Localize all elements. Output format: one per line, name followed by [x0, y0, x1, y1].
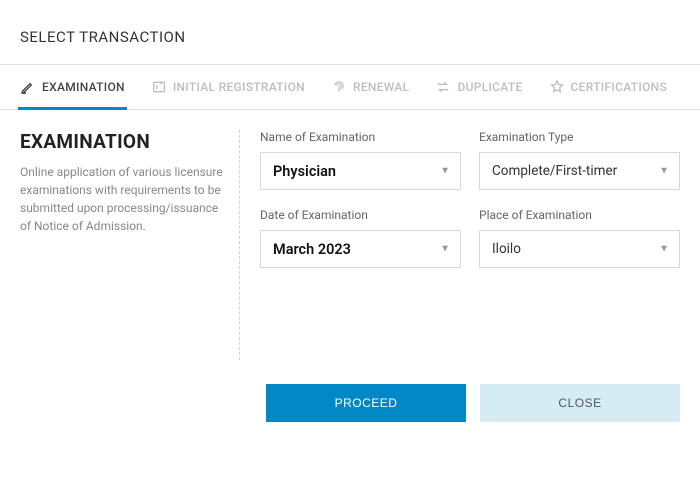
- footer-actions: PROCEED CLOSE: [0, 370, 700, 422]
- tab-examination[interactable]: EXAMINATION: [18, 65, 127, 110]
- id-card-icon: [151, 79, 167, 95]
- select-value: Complete/First-timer: [492, 163, 617, 179]
- tab-initial-registration[interactable]: INITIAL REGISTRATION: [149, 65, 307, 110]
- chevron-down-icon: ▼: [659, 244, 669, 255]
- place-of-examination-select[interactable]: Iloilo ▼: [479, 230, 680, 268]
- proceed-button[interactable]: PROCEED: [266, 384, 466, 422]
- select-value: Iloilo: [492, 241, 521, 257]
- tab-label: EXAMINATION: [42, 80, 125, 94]
- chevron-down-icon: ▼: [440, 244, 450, 255]
- tab-label: INITIAL REGISTRATION: [173, 80, 305, 94]
- select-value: Physician: [273, 163, 336, 180]
- content-area: EXAMINATION Online application of variou…: [0, 110, 700, 370]
- tabs-bar: EXAMINATION INITIAL REGISTRATION RENEWAL…: [0, 65, 700, 110]
- date-of-examination-select[interactable]: March 2023 ▼: [260, 230, 461, 268]
- tab-label: DUPLICATE: [457, 80, 522, 94]
- form-area: Name of Examination Physician ▼ Examinat…: [260, 130, 680, 360]
- field-label: Place of Examination: [479, 208, 680, 222]
- tab-certifications[interactable]: CERTIFICATIONS: [547, 65, 670, 110]
- page-title: SELECT TRANSACTION: [0, 0, 700, 64]
- panel-heading: EXAMINATION: [20, 130, 223, 153]
- field-label: Date of Examination: [260, 208, 461, 222]
- fingerprint-icon: [331, 79, 347, 95]
- panel-description: Online application of various licensure …: [20, 163, 223, 235]
- field-examination-type: Examination Type Complete/First-timer ▼: [479, 130, 680, 190]
- field-label: Examination Type: [479, 130, 680, 144]
- chevron-down-icon: ▼: [659, 166, 669, 177]
- close-button[interactable]: CLOSE: [480, 384, 680, 422]
- field-place-of-examination: Place of Examination Iloilo ▼: [479, 208, 680, 268]
- field-date-of-examination: Date of Examination March 2023 ▼: [260, 208, 461, 268]
- star-icon: [549, 79, 565, 95]
- info-panel: EXAMINATION Online application of variou…: [20, 130, 240, 360]
- swap-icon: [435, 79, 451, 95]
- tab-label: CERTIFICATIONS: [571, 80, 668, 94]
- tab-label: RENEWAL: [353, 80, 409, 94]
- pencil-icon: [20, 79, 36, 95]
- tab-duplicate[interactable]: DUPLICATE: [433, 65, 524, 110]
- field-label: Name of Examination: [260, 130, 461, 144]
- field-name-of-examination: Name of Examination Physician ▼: [260, 130, 461, 190]
- select-value: March 2023: [273, 241, 351, 258]
- examination-type-select[interactable]: Complete/First-timer ▼: [479, 152, 680, 190]
- name-of-examination-select[interactable]: Physician ▼: [260, 152, 461, 190]
- tab-renewal[interactable]: RENEWAL: [329, 65, 411, 110]
- chevron-down-icon: ▼: [440, 166, 450, 177]
